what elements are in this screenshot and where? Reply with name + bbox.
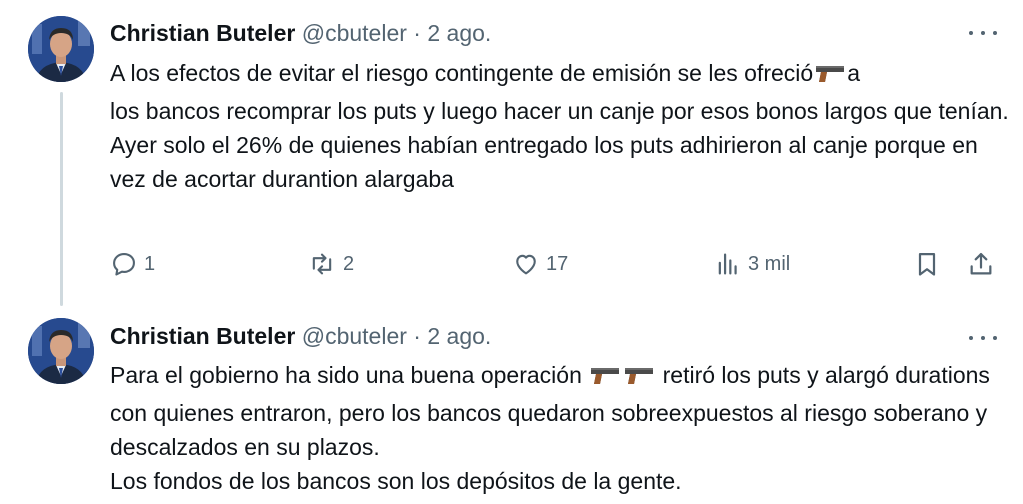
tweet-header: Christian Buteler @cbuteler · 2 ago. (110, 19, 491, 47)
like-button[interactable]: 17 (512, 246, 568, 282)
reply-icon (110, 250, 138, 278)
views-count: 3 mil (748, 252, 791, 275)
like-count: 17 (546, 252, 569, 275)
like-icon (512, 250, 540, 278)
repost-count: 2 (343, 252, 355, 275)
tweet-paragraph: Para el gobierno ha sido una buena opera… (110, 358, 1010, 464)
views-icon (714, 250, 742, 278)
author-name[interactable]: Christian Buteler (110, 323, 295, 349)
text-run: los bancos recomprar los puts y luego ha… (110, 98, 1009, 124)
text-run: a (847, 60, 860, 86)
tweet-actions: 1 2 17 3 mil (110, 246, 1000, 282)
share-button[interactable] (967, 246, 995, 282)
tweet-paragraph: A los efectos de evitar el riesgo contin… (110, 56, 1010, 128)
text-run: Para el gobierno ha sido una buena opera… (110, 362, 582, 388)
separator-dot: · (413, 20, 421, 46)
pistol-emoji-icon (589, 362, 621, 396)
tweet-paragraph: Los fondos de los bancos son los depósit… (110, 468, 682, 494)
reply-count: 1 (144, 252, 156, 275)
more-icon[interactable] (969, 326, 997, 350)
separator-dot: · (413, 323, 421, 349)
tweet-date[interactable]: 2 ago. (427, 323, 491, 349)
tweet-1[interactable]: Christian Buteler @cbuteler · 2 ago. A l… (0, 0, 1023, 306)
tweet-paragraph: Ayer solo el 26% de quienes habían entre… (110, 132, 978, 192)
pistol-emoji-icon (814, 60, 846, 94)
tweet-text: A los efectos de evitar el riesgo contin… (110, 56, 1010, 196)
avatar[interactable] (28, 318, 94, 384)
pistol-emoji-icon (623, 362, 655, 396)
reply-button[interactable]: 1 (110, 246, 155, 282)
avatar[interactable] (28, 16, 94, 82)
bookmark-button[interactable] (913, 246, 941, 282)
views-button[interactable]: 3 mil (714, 246, 790, 282)
tweet-2[interactable]: Christian Buteler @cbuteler · 2 ago. Par… (0, 300, 1023, 504)
author-handle[interactable]: @cbuteler (302, 20, 407, 46)
author-handle[interactable]: @cbuteler (302, 323, 407, 349)
author-name[interactable]: Christian Buteler (110, 20, 295, 46)
more-icon[interactable] (969, 21, 997, 45)
text-run: A los efectos de evitar el riesgo contin… (110, 60, 814, 86)
tweet-header: Christian Buteler @cbuteler · 2 ago. (110, 322, 491, 350)
bookmark-icon (913, 250, 941, 278)
repost-icon (307, 250, 337, 278)
share-icon (967, 250, 995, 278)
repost-button[interactable]: 2 (307, 246, 354, 282)
tweet-date[interactable]: 2 ago. (427, 20, 491, 46)
thread-line (60, 92, 63, 306)
tweet-text: Para el gobierno ha sido una buena opera… (110, 358, 1010, 498)
